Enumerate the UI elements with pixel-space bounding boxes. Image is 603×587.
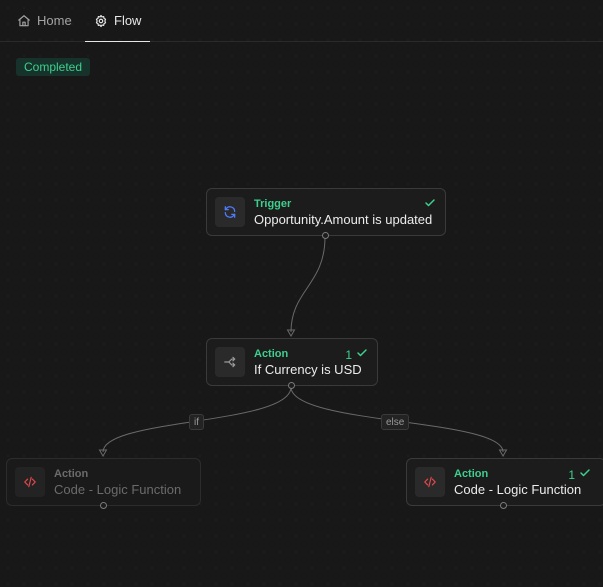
run-count: 1 — [345, 347, 352, 362]
node-kind: Action — [54, 467, 89, 480]
node-status: 1 — [568, 467, 591, 482]
edge-trigger-to-condition — [290, 236, 326, 333]
edge-label-else: else — [381, 414, 410, 430]
node-status: 1 — [345, 347, 368, 362]
run-count: 1 — [568, 467, 575, 482]
workflow-canvas[interactable]: Home Flow Completed if else Trigger Oppo… — [0, 0, 603, 587]
check-icon — [579, 467, 591, 482]
check-icon — [424, 197, 436, 212]
condition-node[interactable]: Action If Currency is USD 1 — [206, 338, 378, 389]
node-status — [424, 197, 436, 212]
trigger-node[interactable]: Trigger Opportunity.Amount is updated — [206, 188, 446, 239]
node-kind: Trigger — [254, 197, 292, 210]
node-label: Code - Logic Function — [454, 481, 582, 497]
node-label: If Currency is USD — [254, 361, 362, 377]
output-handle[interactable] — [288, 382, 295, 389]
check-icon — [356, 347, 368, 362]
output-handle[interactable] — [500, 502, 507, 509]
node-label: Code - Logic Function — [54, 481, 182, 497]
refresh-icon — [215, 197, 245, 227]
output-handle[interactable] — [100, 502, 107, 509]
edge-label-if: if — [189, 414, 204, 430]
action-else-node[interactable]: Action Code - Logic Function 1 — [406, 458, 603, 509]
code-icon — [415, 467, 445, 497]
node-label: Opportunity.Amount is updated — [254, 211, 433, 227]
action-if-node[interactable]: Action Code - Logic Function — [6, 458, 201, 509]
output-handle[interactable] — [322, 232, 329, 239]
code-icon — [15, 467, 45, 497]
branch-icon — [215, 347, 245, 377]
